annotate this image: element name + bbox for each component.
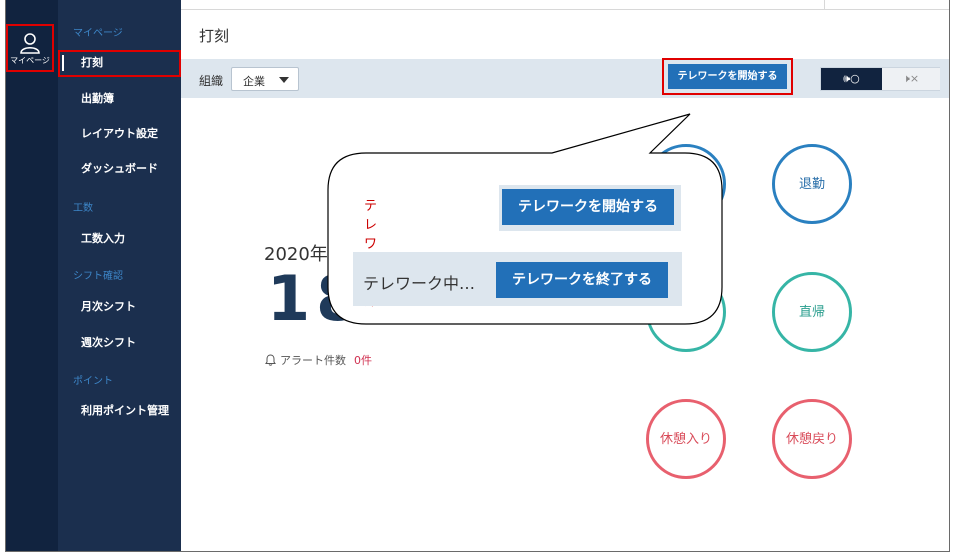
org-label: 組織 [199,74,224,88]
alert-count: アラート件数 0件 [265,352,372,368]
section-shift: シフト確認 [73,271,123,282]
sidebar-item-dashboard[interactable]: ダッシュボード [81,160,158,176]
break-out-button[interactable]: 休憩戻り [772,399,852,479]
alert-count-value: 0件 [354,354,372,367]
person-icon [20,33,40,54]
active-item-highlight [58,50,181,77]
page-title: 打刻 [199,27,230,45]
break-in-button[interactable]: 休憩入り [646,399,726,479]
sound-off-button[interactable]: 🕨× [882,68,940,90]
rail-mypage-button[interactable]: マイページ [6,24,54,72]
toolbar: 組織 企業 テレワークを開始する 🕪○ 🕨× [181,58,949,98]
section-kosu: 工数 [73,203,93,214]
telework-button-highlight: テレワークを開始する [662,58,793,95]
top-vertical-divider [824,0,825,9]
icon-rail: マイページ [6,0,58,551]
telework-in-progress-label: テレワーク中… [363,274,476,293]
sidebar-item-shukkinbo[interactable]: 出勤簿 [81,90,114,106]
sidebar-item-monthly-shift[interactable]: 月次シフト [81,298,136,314]
section-point: ポイント [73,376,113,387]
rail-mypage-label: マイページ [10,56,50,65]
top-divider [181,9,949,10]
callout-telework-end-button[interactable]: テレワークを終了する [496,262,668,298]
telework-end-panel: テレワーク中… テレワークを終了する [353,252,682,306]
sidebar: マイページ 打刻 出勤簿 レイアウト設定 ダッシュボード 工数 工数入力 シフト… [58,0,181,551]
sidebar-item-dakoku[interactable]: 打刻 [81,54,103,70]
callout-telework-start-button[interactable]: テレワークを開始する [502,189,674,225]
alert-label: アラート件数 [280,354,346,367]
sidebar-item-kosu-input[interactable]: 工数入力 [81,230,125,246]
telework-start-button[interactable]: テレワークを開始する [668,64,787,89]
org-select[interactable]: 企業 [231,67,299,91]
sidebar-item-weekly-shift[interactable]: 週次シフト [81,334,136,350]
sound-toggle: 🕪○ 🕨× [820,67,940,91]
section-mypage: マイページ [73,28,123,39]
direct-return-button[interactable]: 直帰 [772,272,852,352]
org-select-value: 企業 [243,75,265,88]
sidebar-item-point-manage[interactable]: 利用ポイント管理 [81,402,169,418]
chevron-down-icon [279,77,289,83]
clock-out-button[interactable]: 退勤 [772,144,852,224]
sound-on-button[interactable]: 🕪○ [821,68,882,90]
bell-icon [265,354,276,366]
sidebar-item-layout[interactable]: レイアウト設定 [81,125,158,141]
active-item-bar [62,55,64,71]
telework-start-panel: テレワークを開始する [499,185,681,231]
